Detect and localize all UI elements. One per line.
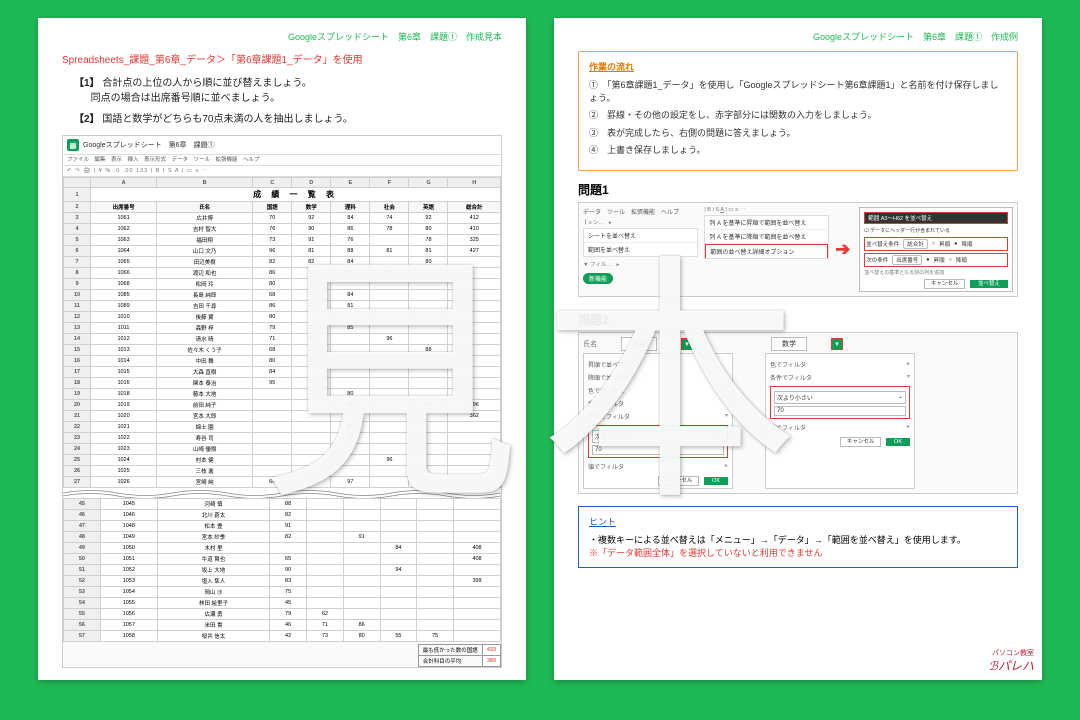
page-left: Googleスプレッドシート 第6章 課題① 作成見本 Spreadsheets… (38, 18, 526, 680)
cond-type: 次より小さい⌄ (774, 391, 906, 404)
q2-col-sugaku: 数学 (771, 337, 807, 351)
workflow-box: 作業の流れ ① 「第6章課題1_データ」を使用し「Googleスプレッドシート第… (578, 51, 1018, 171)
instruction-1-num: 【1】 (74, 78, 100, 89)
doc-header-left: Googleスプレッドシート 第6章 課題① 作成見本 (62, 30, 502, 43)
data-source-note: Spreadsheets_課題_第6章_データ＞「第6章課題1_データ」を使用 (62, 51, 502, 66)
sort-asc-1: 昇順 (939, 240, 950, 248)
filter-icon[interactable]: ▾ (831, 338, 843, 350)
filter-cancel-button[interactable]: キャンセル (658, 476, 700, 486)
summary-box: 最も低かった数の国語433合計科目の平均389 (418, 644, 501, 667)
brand-name: パレハ (998, 659, 1034, 673)
spreadsheet-screenshot: ▦ Googleスプレッドシート 第6章 課題① ファイル 編集 表示 挿入 表… (62, 135, 502, 668)
instruction-1a: 合計点の上位の人から順に並び替えましょう。 (102, 78, 311, 89)
instruction-2-text: 国語と数学がどちらも70点未満の人を抽出しましょう。 (102, 114, 353, 125)
sort-desc-1: 降順 (961, 240, 972, 248)
hint-line1: ・複数キーによる並べ替えは「メニュー」→「データ」→「範囲を並べ替え」を使用しま… (589, 533, 1007, 546)
filter-by-color: 色でフィルタ (770, 358, 910, 371)
filter-sort-asc: 昇順で並べ替え (588, 358, 728, 371)
q1-submenu: 列 A を基準に昇順で範囲を並べ替え 列 A を基準に降順で範囲を並べ替え 範囲… (704, 215, 829, 259)
grades-table: ABCDEFGH 1成 績 一 覧 表 2出席番号氏名国語数学理科社会英語総合計… (63, 177, 501, 488)
q1-sub-desc: 列 A を基準に降順で範囲を並べ替え (705, 230, 828, 244)
filter-pane-sugaku: 色でフィルタ 条件でフィルタ 次より小さい⌄ 70 値でフィルタ キャンセル O… (765, 353, 915, 489)
filter-by-value: 値でフィルタ (770, 421, 910, 434)
brand-logo: パソコン教室 ℬパレハ (989, 650, 1034, 674)
sort-desc-2: 降順 (956, 256, 967, 264)
grades-table-bottom: 451045河崎 慎88461046北川 蒼太82471048松本 豊91481… (63, 498, 501, 642)
spreadsheet-title: Googleスプレッドシート 第6章 課題① (83, 140, 214, 150)
row-omission-wave (63, 488, 501, 498)
instruction-1b: 同点の場合は出席番号順に並べましょう。 (91, 93, 280, 104)
q2-col-kokugo: 国語 (621, 337, 657, 351)
sort-col-2: 出席番号 (892, 255, 922, 265)
sort-cancel-button[interactable]: キャンセル (924, 279, 966, 289)
filter-by-value: 値でフィルタ (588, 460, 728, 473)
filter-cancel-button[interactable]: キャンセル (840, 437, 882, 447)
hint-box: ヒント ・複数キーによる並べ替えは「メニュー」→「データ」→「範囲を並べ替え」を… (578, 506, 1018, 568)
sort-asc-2: 昇順 (934, 256, 945, 264)
filter-by-color: 色でフィルタ (588, 397, 728, 410)
question2-screenshot: 氏名 国語 ▾ 数学 ▾ 昇順で並べ替え 降順で並べ替え 色で並べ替え 色でフィ… (578, 332, 1018, 494)
filter-ok-button[interactable]: OK (886, 438, 910, 446)
brand-tagline: パソコン教室 (989, 650, 1034, 657)
cond-type: 次より小さい⌄ (592, 430, 724, 443)
filter-ok-button[interactable]: OK (704, 477, 728, 485)
spreadsheet-toolbar: ↶ ↷ 🖨 | ¥ % .0 .00 123 | B I S A | ▭ ≡ ⋯ (63, 166, 501, 177)
question1-screenshot: データ ツール 拡張機能 ヘルプ ┃≡ シ… ▸ シートを並べ替え 範囲を並べ替… (578, 202, 1018, 297)
sort-col-1: 総合計 (903, 239, 928, 249)
sort-dialog-title: 範囲 A3〜H62 を並べ替え (864, 212, 1008, 224)
question2-title: 問題2 (578, 311, 1018, 328)
filter-pane-kokugo: 昇順で並べ替え 降順で並べ替え 色で並べ替え 色でフィルタ 条件でフィルタ 次よ… (583, 353, 733, 489)
q1-sub-asc: 列 A を基準に昇順で範囲を並べ替え (705, 216, 828, 230)
q1-menu-sortsheet: シートを並べ替え (584, 229, 697, 243)
q1-data-menu: シートを並べ替え 範囲を並べ替え (583, 228, 698, 257)
cond-value: 70 (774, 406, 906, 416)
workflow-title: 作業の流れ (589, 60, 1007, 73)
q1-menu-sortrange: 範囲を並べ替え (584, 243, 697, 256)
q1-sub-advanced: 範囲の並べ替え詳細オプション (705, 244, 828, 258)
instruction-2: 【2】 国語と数学がどちらも70点未満の人を抽出しましょう。 (62, 112, 502, 127)
filter-by-cond: 条件でフィルタ (588, 410, 728, 423)
sort-header-check: データにヘッダー行が含まれている (870, 228, 950, 234)
sheets-icon: ▦ (67, 139, 79, 151)
hint-line2: ※「データ範囲全体」を選択していないと利用できません (589, 546, 1007, 559)
sort-label-1: 並べ替え条件 (866, 240, 899, 248)
filter-sort-color: 色で並べ替え (588, 384, 728, 397)
new-feature-pill: 新機能 (583, 273, 613, 284)
instruction-2-num: 【2】 (74, 114, 100, 125)
grid-title: 成 績 一 覧 表 (91, 188, 501, 202)
filter-icon[interactable]: ▾ (681, 338, 693, 350)
filter-by-cond: 条件でフィルタ (770, 371, 910, 384)
hint-title: ヒント (589, 515, 1007, 528)
doc-header-right: Googleスプレッドシート 第6章 課題① 作成例 (578, 30, 1018, 43)
question1-title: 問題1 (578, 181, 1018, 198)
q1-menubar: データ ツール 拡張機能 ヘルプ (583, 207, 698, 216)
filter-sort-desc: 降順で並べ替え (588, 371, 728, 384)
spreadsheet-menubar: ファイル 編集 表示 挿入 表示形式 データ ツール 拡張機能 ヘルプ (63, 155, 501, 166)
sort-label-2: 次の条件 (866, 256, 888, 264)
cond-value: 70 (592, 445, 724, 455)
sort-dialog: 範囲 A3〜H62 を並べ替え ☑ データにヘッダー行が含まれている 並べ替え条… (859, 207, 1013, 292)
sort-add-rule: 並べ替えの基準となる別の列を追加 (864, 269, 1008, 276)
instruction-1: 【1】 合計点の上位の人から順に並び替えましょう。 同点の場合は出席番号順に並べ… (62, 76, 502, 106)
sort-ok-button[interactable]: 並べ替え (970, 280, 1008, 288)
page-right: Googleスプレッドシート 第6章 課題① 作成例 作業の流れ ① 「第6章課… (554, 18, 1042, 680)
arrow-icon: ➔ (835, 239, 850, 260)
